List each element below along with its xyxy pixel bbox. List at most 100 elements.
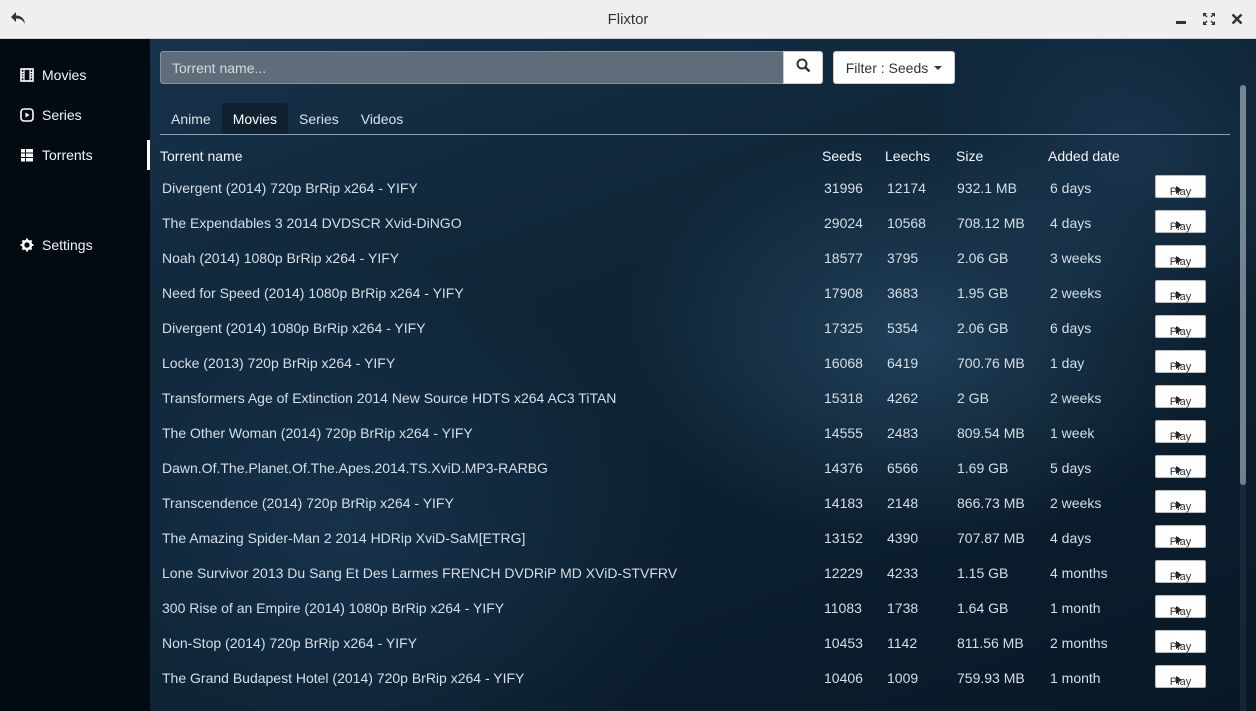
filter-dropdown[interactable]: Filter : Seeds: [833, 51, 955, 84]
play-button[interactable]: Play: [1155, 455, 1206, 478]
size-cell: 1.15 GB: [957, 565, 1009, 581]
table-row[interactable]: Noah (2014) 1080p BrRip x264 - YIFY 18577…: [160, 240, 1230, 275]
back-arrow-icon[interactable]: [8, 8, 28, 28]
play-button[interactable]: Play: [1155, 665, 1206, 688]
sidebar-item-movies[interactable]: Movies: [0, 60, 150, 90]
maximize-icon[interactable]: [1200, 10, 1218, 28]
torrent-name-cell: The Other Woman (2014) 720p BrRip x264 -…: [162, 425, 473, 441]
table-header: Torrent name Seeds Leechs Size Added dat…: [160, 143, 1230, 169]
table-row[interactable]: 300 Rise of an Empire (2014) 1080p BrRip…: [160, 590, 1230, 625]
table-row[interactable]: Need for Speed (2014) 1080p BrRip x264 -…: [160, 275, 1230, 310]
size-cell: 809.54 MB: [957, 425, 1025, 441]
search-input[interactable]: [160, 51, 784, 84]
size-cell: 700.76 MB: [957, 355, 1025, 371]
seeds-cell: 10406: [824, 670, 863, 686]
play-button[interactable]: Play: [1155, 245, 1206, 268]
seeds-cell: 12229: [824, 565, 863, 581]
seeds-cell: 13152: [824, 530, 863, 546]
play-label: Play: [1169, 431, 1192, 443]
play-button[interactable]: Play: [1155, 385, 1206, 408]
table-row[interactable]: Dawn.Of.The.Planet.Of.The.Apes.2014.TS.X…: [160, 450, 1230, 485]
added-date-cell: 2 months: [1050, 635, 1108, 651]
leechs-cell: 4390: [887, 530, 919, 546]
play-button[interactable]: Play: [1155, 350, 1206, 373]
torrent-name-cell: Noah (2014) 1080p BrRip x264 - YIFY: [162, 250, 400, 266]
header-seeds[interactable]: Seeds: [822, 148, 862, 164]
size-cell: 759.93 MB: [957, 670, 1025, 686]
header-added-date[interactable]: Added date: [1048, 148, 1120, 164]
table-row[interactable]: The Expendables 3 2014 DVDSCR Xvid-DiNGO…: [160, 205, 1230, 240]
table-row[interactable]: The Amazing Spider-Man 2 2014 HDRip XviD…: [160, 520, 1230, 555]
tab-movies[interactable]: Movies: [221, 103, 289, 134]
torrent-name-cell: The Grand Budapest Hotel (2014) 720p BrR…: [162, 670, 525, 686]
scrollbar[interactable]: [1240, 85, 1246, 711]
size-cell: 708.12 MB: [957, 215, 1025, 231]
torrent-name-cell: Locke (2013) 720p BrRip x264 - YIFY: [162, 355, 396, 371]
added-date-cell: 1 day: [1050, 355, 1085, 371]
play-button[interactable]: Play: [1155, 490, 1206, 513]
category-tabs: Anime Movies Series Videos: [160, 103, 1230, 135]
table-row[interactable]: Lone Survivor 2013 Du Sang Et Des Larmes…: [160, 555, 1230, 590]
sidebar-item-torrents[interactable]: Torrents: [0, 140, 150, 170]
filter-label: Filter : Seeds: [845, 59, 929, 76]
search-icon: [796, 58, 811, 78]
tab-series[interactable]: Series: [288, 103, 350, 134]
added-date-cell: 4 months: [1050, 565, 1108, 581]
play-label: Play: [1169, 501, 1192, 513]
size-cell: 932.1 MB: [957, 180, 1017, 196]
play-button[interactable]: Play: [1155, 595, 1206, 618]
play-label: Play: [1169, 361, 1192, 373]
table-row[interactable]: Divergent (2014) 720p BrRip x264 - YIFY 3…: [160, 170, 1230, 205]
play-button[interactable]: Play: [1155, 420, 1206, 443]
close-icon[interactable]: [1228, 10, 1246, 28]
seeds-cell: 17325: [824, 320, 863, 336]
added-date-cell: 3 weeks: [1050, 250, 1102, 266]
leechs-cell: 1009: [887, 670, 919, 686]
play-button[interactable]: Play: [1155, 210, 1206, 233]
header-leechs[interactable]: Leechs: [885, 148, 930, 164]
play-label: Play: [1169, 291, 1192, 303]
sidebar-item-series[interactable]: Series: [0, 100, 150, 130]
minimize-icon[interactable]: [1172, 10, 1190, 28]
scrollbar-thumb[interactable]: [1240, 85, 1246, 485]
torrent-name-cell: Divergent (2014) 720p BrRip x264 - YIFY: [162, 180, 418, 196]
seeds-cell: 31996: [824, 180, 863, 196]
gear-icon: [20, 238, 34, 252]
play-label: Play: [1169, 641, 1192, 653]
seeds-cell: 18577: [824, 250, 863, 266]
table-row[interactable]: Non-Stop (2014) 720p BrRip x264 - YIFY 10…: [160, 625, 1230, 660]
header-size[interactable]: Size: [956, 148, 983, 164]
play-button[interactable]: Play: [1155, 525, 1206, 548]
added-date-cell: 4 days: [1050, 530, 1092, 546]
play-button[interactable]: Play: [1155, 280, 1206, 303]
leechs-cell: 3683: [887, 285, 919, 301]
play-label: Play: [1169, 466, 1192, 478]
play-label: Play: [1169, 536, 1192, 548]
size-cell: 866.73 MB: [957, 495, 1025, 511]
leechs-cell: 10568: [887, 215, 926, 231]
leechs-cell: 1738: [887, 600, 919, 616]
window-title: Flixtor: [607, 10, 649, 28]
search-button[interactable]: [783, 51, 823, 84]
torrent-name-cell: Transcendence (2014) 720p BrRip x264 - Y…: [162, 495, 454, 511]
added-date-cell: 2 weeks: [1050, 390, 1102, 406]
leechs-cell: 1142: [887, 635, 918, 651]
play-button[interactable]: Play: [1155, 560, 1206, 583]
table-row[interactable]: Transcendence (2014) 720p BrRip x264 - Y…: [160, 485, 1230, 520]
added-date-cell: 1 month: [1050, 670, 1101, 686]
play-button[interactable]: Play: [1155, 630, 1206, 653]
play-label: Play: [1169, 676, 1192, 688]
tab-anime[interactable]: Anime: [160, 103, 222, 134]
header-torrent-name[interactable]: Torrent name: [160, 148, 242, 164]
play-button[interactable]: Play: [1155, 175, 1206, 198]
play-label: Play: [1169, 571, 1192, 583]
table-row[interactable]: The Other Woman (2014) 720p BrRip x264 -…: [160, 415, 1230, 450]
table-row[interactable]: Transformers Age of Extinction 2014 New …: [160, 380, 1230, 415]
table-row[interactable]: Divergent (2014) 1080p BrRip x264 - YIFY…: [160, 310, 1230, 345]
leechs-cell: 2148: [887, 495, 919, 511]
tab-videos[interactable]: Videos: [350, 103, 415, 134]
play-button[interactable]: Play: [1155, 315, 1206, 338]
table-row[interactable]: Locke (2013) 720p BrRip x264 - YIFY 16068…: [160, 345, 1230, 380]
sidebar-item-settings[interactable]: Settings: [0, 230, 150, 260]
table-row[interactable]: The Grand Budapest Hotel (2014) 720p BrR…: [160, 660, 1230, 695]
